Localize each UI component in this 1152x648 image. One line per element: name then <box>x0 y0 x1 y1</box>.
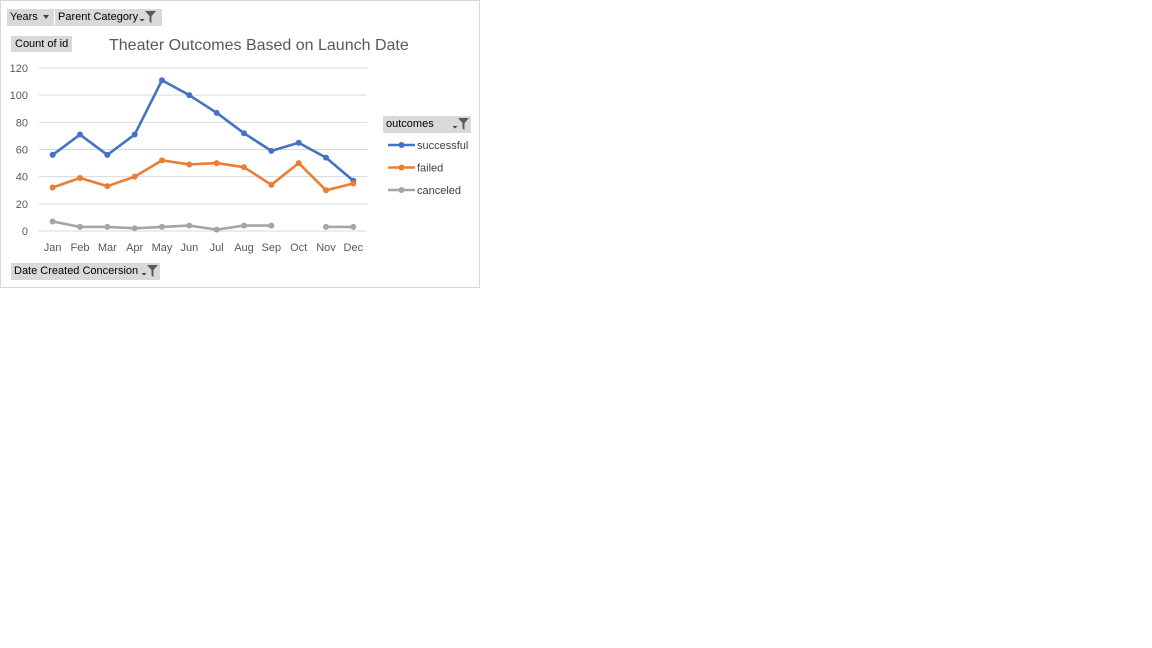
data-point-failed <box>213 160 220 167</box>
x-tick-label: Jan <box>44 242 62 254</box>
data-point-successful <box>159 77 165 84</box>
legend-marker-successful <box>398 142 405 148</box>
data-point-successful <box>131 131 138 138</box>
series-line-failed <box>51 159 355 192</box>
data-point-failed <box>241 164 247 171</box>
filter-dropdown-icon <box>141 264 158 278</box>
y-tick-label: 60 <box>16 145 28 157</box>
legend-label-successful: successful <box>417 140 468 152</box>
legend-marker-failed <box>398 164 405 171</box>
data-point-successful <box>295 139 302 146</box>
legend-label-failed: failed <box>417 163 443 175</box>
x-tick-label: Aug <box>234 242 254 254</box>
pivot-chart[interactable]: Years Parent Category Count of id Theate… <box>0 0 480 288</box>
data-point-failed <box>295 160 302 167</box>
x-tick-label: Oct <box>290 242 307 254</box>
data-point-successful <box>268 147 275 154</box>
data-point-failed <box>104 183 111 190</box>
legend-marker-canceled <box>398 187 405 193</box>
x-tick-label: Jun <box>180 242 198 254</box>
outcomes-field-label: outcomes <box>386 118 434 130</box>
y-tick-label: 0 <box>22 226 28 238</box>
data-point-canceled <box>350 223 357 230</box>
data-point-canceled <box>213 226 220 233</box>
data-point-canceled <box>241 222 247 229</box>
plot-area: 0 20 40 60 80 100 120 Jan Feb Mar Apr May Jun Jul Aug S… <box>10 63 469 254</box>
x-tick-label: Apr <box>126 242 143 254</box>
y-tick-label: 80 <box>16 117 28 129</box>
data-point-canceled <box>77 223 83 230</box>
data-point-failed <box>159 157 165 164</box>
data-point-successful <box>186 92 193 99</box>
data-point-canceled <box>131 225 138 232</box>
axis-field-label: Date Created Concersion <box>14 265 139 277</box>
x-tick-label: Nov <box>316 242 336 254</box>
data-point-canceled <box>104 223 111 230</box>
data-point-failed <box>49 184 56 191</box>
data-point-failed <box>323 187 329 194</box>
data-point-failed <box>268 181 275 188</box>
axis-field-button[interactable]: Date Created Concersion <box>11 263 160 280</box>
x-tick-label: Dec <box>344 242 364 254</box>
x-tick-label: Jul <box>210 242 224 254</box>
legend-label-canceled: canceled <box>417 185 461 197</box>
data-point-canceled <box>186 222 193 229</box>
filter-dropdown-icon <box>452 117 469 131</box>
data-point-successful <box>104 151 111 158</box>
data-point-successful <box>241 130 247 137</box>
y-tick-label: 100 <box>10 90 28 102</box>
data-point-failed <box>186 161 193 168</box>
data-point-failed <box>350 180 357 187</box>
x-tick-label: Sep <box>262 242 282 254</box>
data-point-failed <box>77 175 83 182</box>
x-tick-label: Feb <box>71 242 90 254</box>
data-point-successful <box>213 109 220 116</box>
data-point-failed <box>131 173 138 180</box>
y-tick-label: 120 <box>10 63 28 75</box>
data-point-successful <box>49 151 56 158</box>
y-tick-label: 20 <box>16 199 28 211</box>
data-point-canceled <box>268 222 275 229</box>
y-tick-label: 40 <box>16 172 28 184</box>
data-point-successful <box>77 131 83 138</box>
data-point-canceled <box>49 218 56 225</box>
data-point-canceled <box>159 223 165 230</box>
x-tick-label: May <box>152 242 173 254</box>
outcomes-legend-field-button[interactable]: outcomes <box>383 116 471 133</box>
x-tick-label: Mar <box>98 242 117 254</box>
data-point-canceled <box>323 223 329 230</box>
data-point-successful <box>323 154 329 161</box>
